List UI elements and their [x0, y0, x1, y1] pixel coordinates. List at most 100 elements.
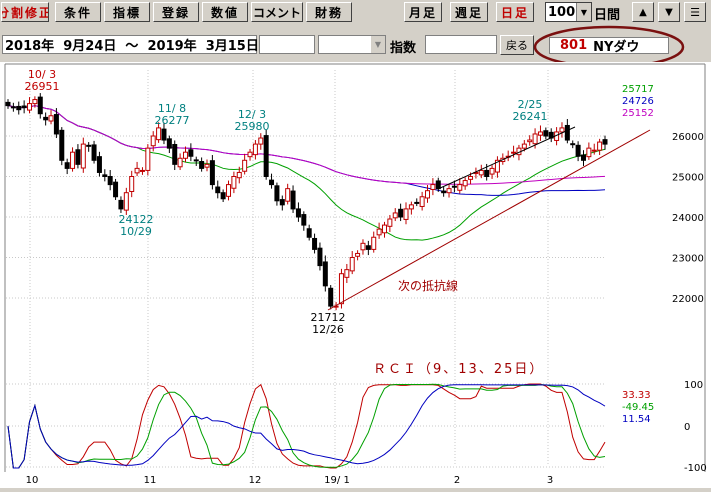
candle-body — [403, 208, 409, 220]
y-tick-label: 23000 — [672, 254, 704, 265]
candle-body — [247, 151, 253, 158]
toolbar: 分割修正 条件 指標 登録 数値 コメント 財務 月足 週足 日足 100 ▼ … — [0, 0, 711, 26]
candle-body — [80, 143, 86, 169]
candle-body — [215, 186, 221, 194]
candle-body — [16, 105, 22, 111]
chart-panel: 26000 25000 24000 23000 22000 10/ 3 26951 11/ … — [0, 62, 711, 488]
date-range-field[interactable]: 2018年 9月24日 〜 2019年 3月15日 — [2, 35, 259, 54]
candle-body — [231, 176, 237, 189]
menu-button[interactable]: ☰ — [684, 2, 706, 22]
candle-body — [107, 176, 113, 186]
x-tick-label: 3 — [547, 475, 553, 486]
candle-body — [478, 169, 484, 176]
candle-body — [414, 201, 420, 204]
values-button[interactable]: 数値 — [202, 2, 248, 22]
candle-body — [156, 127, 162, 141]
weekly-button[interactable]: 週足 — [450, 2, 488, 22]
candle-body — [21, 105, 27, 109]
candle-body — [182, 151, 188, 159]
daily-button[interactable]: 日足 — [496, 2, 534, 22]
rci-tick-label: -100 — [684, 463, 707, 474]
candle-body — [32, 99, 38, 105]
annotation-value: 26277 — [155, 114, 190, 127]
conditions-button[interactable]: 条件 — [55, 2, 101, 22]
back-button[interactable]: 戻る — [500, 35, 534, 55]
candle-body — [306, 228, 312, 238]
candle-body — [446, 188, 452, 194]
candle-body — [64, 162, 70, 169]
rci-value: -49.45 — [622, 402, 654, 413]
candle-body — [220, 192, 226, 200]
rci-value: 11.54 — [622, 414, 651, 425]
x-tick-label: 12 — [249, 475, 262, 486]
split-adjust-button[interactable]: 分割修正 — [1, 2, 49, 22]
financials-button[interactable]: 財務 — [306, 2, 352, 22]
down-button[interactable]: ▼ — [658, 2, 680, 22]
annotation-value: 26951 — [25, 80, 60, 93]
candle-body — [258, 137, 264, 145]
indicators-button[interactable]: 指標 — [104, 2, 150, 22]
trendline-label: 次の抵抗線 — [398, 278, 458, 293]
candle-body — [602, 139, 608, 145]
y-tick-label: 25000 — [672, 173, 704, 184]
monthly-button[interactable]: 月足 — [404, 2, 442, 22]
candle-body — [53, 114, 59, 135]
candle-body — [360, 242, 366, 251]
x-tick-label: 19/ 1 — [324, 475, 350, 486]
candle-body — [349, 257, 355, 272]
chevron-down-icon: ▼ — [576, 3, 591, 21]
candle-body — [591, 149, 597, 152]
count-select[interactable]: 100 ▼ — [545, 2, 592, 22]
candle-body — [236, 171, 242, 179]
x-tick-label: 10 — [26, 475, 39, 486]
candle-body — [365, 245, 371, 250]
candle-body — [129, 176, 135, 192]
candle-body — [204, 163, 210, 168]
candle-body — [344, 269, 350, 278]
candle-body — [193, 159, 199, 162]
candle-body — [575, 144, 581, 157]
up-button[interactable]: ▲ — [632, 2, 654, 22]
candle-body — [430, 184, 436, 190]
support-trendline — [327, 129, 651, 311]
index-field[interactable] — [425, 35, 497, 54]
blank-field[interactable] — [259, 35, 315, 54]
candle-body — [226, 184, 232, 197]
candle-body — [70, 151, 76, 169]
candle-body — [91, 144, 97, 161]
candle-body — [457, 184, 463, 191]
candle-body — [328, 287, 334, 307]
annotation-value: 25980 — [235, 120, 270, 133]
candle-body — [285, 188, 291, 202]
candle-body — [172, 144, 178, 165]
ma-value: 24726 — [622, 96, 654, 107]
candle-body — [392, 212, 398, 219]
candle-body — [113, 181, 119, 198]
candle-body — [532, 133, 538, 145]
candle-body — [425, 190, 431, 199]
candle-body — [150, 135, 156, 147]
index-combo[interactable]: ▼ — [318, 35, 386, 54]
candle-body — [387, 218, 393, 227]
candle-body — [269, 179, 275, 186]
candle-body — [527, 139, 533, 143]
candle-body — [274, 185, 280, 202]
candle-body — [134, 167, 140, 174]
y-tick-label: 22000 — [672, 294, 704, 305]
ma-value: 25717 — [622, 84, 654, 95]
comment-button[interactable]: コメント — [251, 2, 303, 22]
candle-body — [199, 161, 205, 169]
candle-body — [166, 138, 172, 149]
candle-body — [586, 147, 592, 158]
x-tick-label: 2 — [454, 475, 460, 486]
register-button[interactable]: 登録 — [153, 2, 199, 22]
candle-body — [43, 116, 49, 121]
trendlines — [327, 126, 651, 311]
candle-body — [322, 261, 328, 287]
candle-body — [123, 192, 129, 211]
candle-body — [451, 185, 457, 188]
candle-body — [59, 129, 65, 161]
candle-body — [161, 128, 167, 141]
candle-body — [252, 143, 258, 156]
y-tick-label: 26000 — [672, 132, 704, 143]
